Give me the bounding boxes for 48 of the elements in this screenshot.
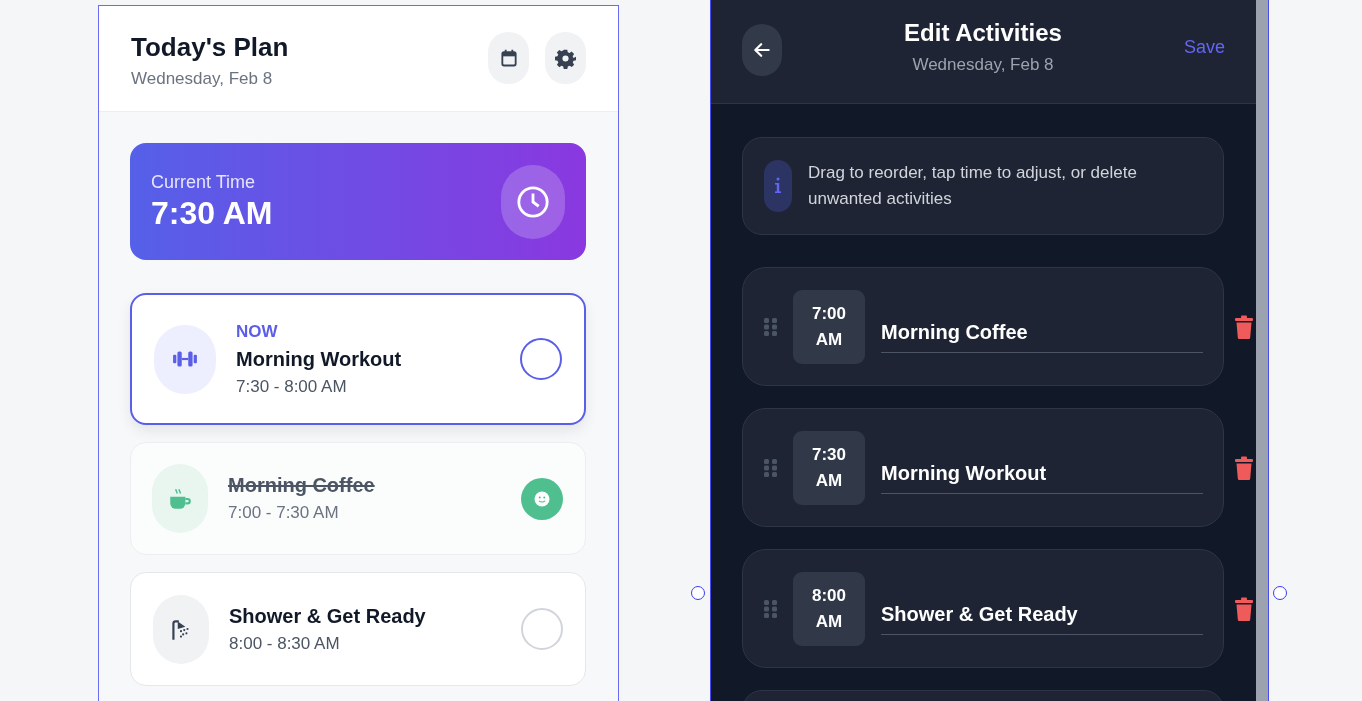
info-message: Drag to reorder, tap time to adjust, or delete unwanted activities <box>808 162 1138 210</box>
drag-handle[interactable] <box>764 457 778 478</box>
grip-dots-icon <box>764 599 778 618</box>
trash-icon <box>1234 596 1254 621</box>
info-icon <box>774 177 782 195</box>
smiley-icon <box>533 489 551 508</box>
page-title: Today's Plan <box>131 32 289 63</box>
activity-time: 7:00 - 7:30 AM <box>228 503 340 523</box>
complete-toggle[interactable] <box>521 477 563 520</box>
activity-name: Morning Workout <box>236 347 403 371</box>
activity-name-field[interactable]: Shower & Get Ready <box>881 594 1203 635</box>
activity-card[interactable]: Morning Coffee 7:00 - 7:30 AM <box>130 442 586 555</box>
activity-time: 7:30 - 8:00 AM <box>236 376 348 397</box>
grip-dots-icon <box>764 458 778 477</box>
selection-handle[interactable] <box>1273 586 1287 600</box>
delete-button[interactable] <box>1234 314 1254 339</box>
now-label: NOW <box>236 321 279 342</box>
clock-icon <box>516 184 550 219</box>
calendar-button[interactable] <box>488 32 529 84</box>
delete-button[interactable] <box>1234 596 1254 621</box>
time-button[interactable]: 8:00 AM <box>793 571 865 646</box>
activity-card[interactable]: Shower & Get Ready 8:00 - 8:30 AM <box>130 572 586 686</box>
trash-icon <box>1234 455 1254 480</box>
trash-icon <box>1234 314 1254 339</box>
current-time-label: Current Time <box>151 171 257 193</box>
activity-name: Shower & Get Ready <box>229 604 427 628</box>
activity-name: Morning Coffee <box>228 474 376 497</box>
complete-toggle[interactable] <box>520 338 562 380</box>
activity-name-field[interactable]: Morning Coffee <box>881 312 1203 353</box>
back-button[interactable] <box>742 23 782 76</box>
activity-time: 8:00 - 8:30 AM <box>229 633 341 654</box>
activity-card[interactable]: NOW Morning Workout 7:30 - 8:00 AM <box>130 293 586 425</box>
current-time-value: 7:30 AM <box>151 194 273 232</box>
time-button[interactable]: 7:30 AM <box>793 430 865 505</box>
drag-handle[interactable] <box>764 316 778 337</box>
activity-name-field[interactable]: Morning Workout <box>881 453 1203 494</box>
delete-button[interactable] <box>1234 455 1254 480</box>
drag-handle[interactable] <box>764 598 778 619</box>
scrollbar[interactable] <box>1256 0 1268 701</box>
grip-dots-icon <box>764 317 778 336</box>
settings-button[interactable] <box>545 32 586 84</box>
selection-handle[interactable] <box>691 586 705 600</box>
date-subtitle: Wednesday, Feb 8 <box>911 55 1055 75</box>
date-subtitle: Wednesday, Feb 8 <box>131 69 274 89</box>
settings-icon <box>555 47 576 69</box>
calendar-icon <box>498 48 519 68</box>
time-button[interactable]: 7:00 AM <box>793 289 865 364</box>
page-title: Edit Activities <box>903 19 1063 47</box>
